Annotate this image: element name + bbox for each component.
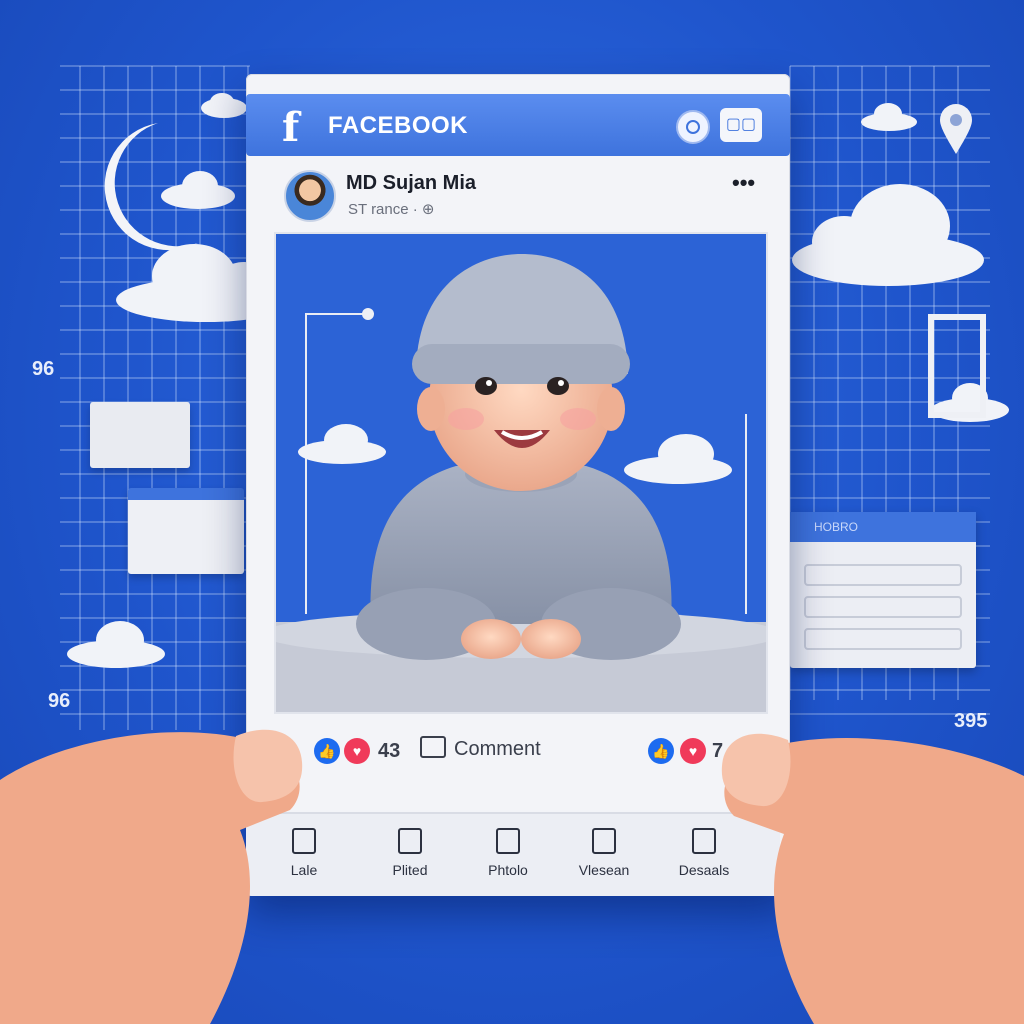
facebook-logo-icon[interactable]: f <box>282 104 299 151</box>
post-author[interactable]: MD Sujan Mia <box>346 172 476 195</box>
panel-line <box>804 596 962 618</box>
reaction-count[interactable]: 43 <box>378 740 400 763</box>
panel-line <box>804 628 962 650</box>
panel-line <box>804 564 962 586</box>
heart-reaction-icon[interactable]: ♥ <box>344 738 370 764</box>
panel-header: HOBRO <box>790 512 976 542</box>
globe-icon: ⊕ <box>421 201 435 218</box>
action-send[interactable]: Vlesean <box>564 828 644 880</box>
comment-button[interactable]: Comment <box>420 736 541 761</box>
more-options-button[interactable]: ••• <box>732 170 755 196</box>
left-top-number: 96 <box>32 358 55 380</box>
chat-button[interactable]: ▢▢ <box>720 108 762 142</box>
floating-text-panel <box>90 402 190 468</box>
right-hand <box>721 733 1024 1024</box>
floating-window-panel <box>128 488 244 574</box>
photo-icon <box>496 828 520 854</box>
action-pin[interactable]: Plited <box>370 828 450 880</box>
facebook-top-bar: f FACEBOOK ▢▢ <box>246 94 790 156</box>
cloud-decoration <box>160 168 236 210</box>
right-info-panel: HOBRO <box>790 512 976 668</box>
like-reaction-icon[interactable]: 👍 <box>648 738 674 764</box>
cloud-decoration <box>790 180 986 288</box>
messenger-icon[interactable] <box>676 110 710 144</box>
cloud-decoration <box>200 92 248 118</box>
location-pin-icon <box>940 104 972 154</box>
comment-icon <box>420 736 446 758</box>
cloud-decoration <box>66 616 166 670</box>
window-frame-decoration <box>928 314 986 418</box>
left-hand <box>0 729 303 1024</box>
post-photo[interactable] <box>274 232 768 714</box>
pin-icon <box>398 828 422 854</box>
baby-photo-illustration <box>276 254 766 712</box>
avatar[interactable] <box>284 170 336 222</box>
post-meta: ST rance · ⊕ <box>348 201 435 218</box>
action-photo[interactable]: Phtolo <box>468 828 548 880</box>
brand-name: FACEBOOK <box>328 112 469 139</box>
send-icon <box>592 828 616 854</box>
cloud-decoration <box>860 102 918 132</box>
